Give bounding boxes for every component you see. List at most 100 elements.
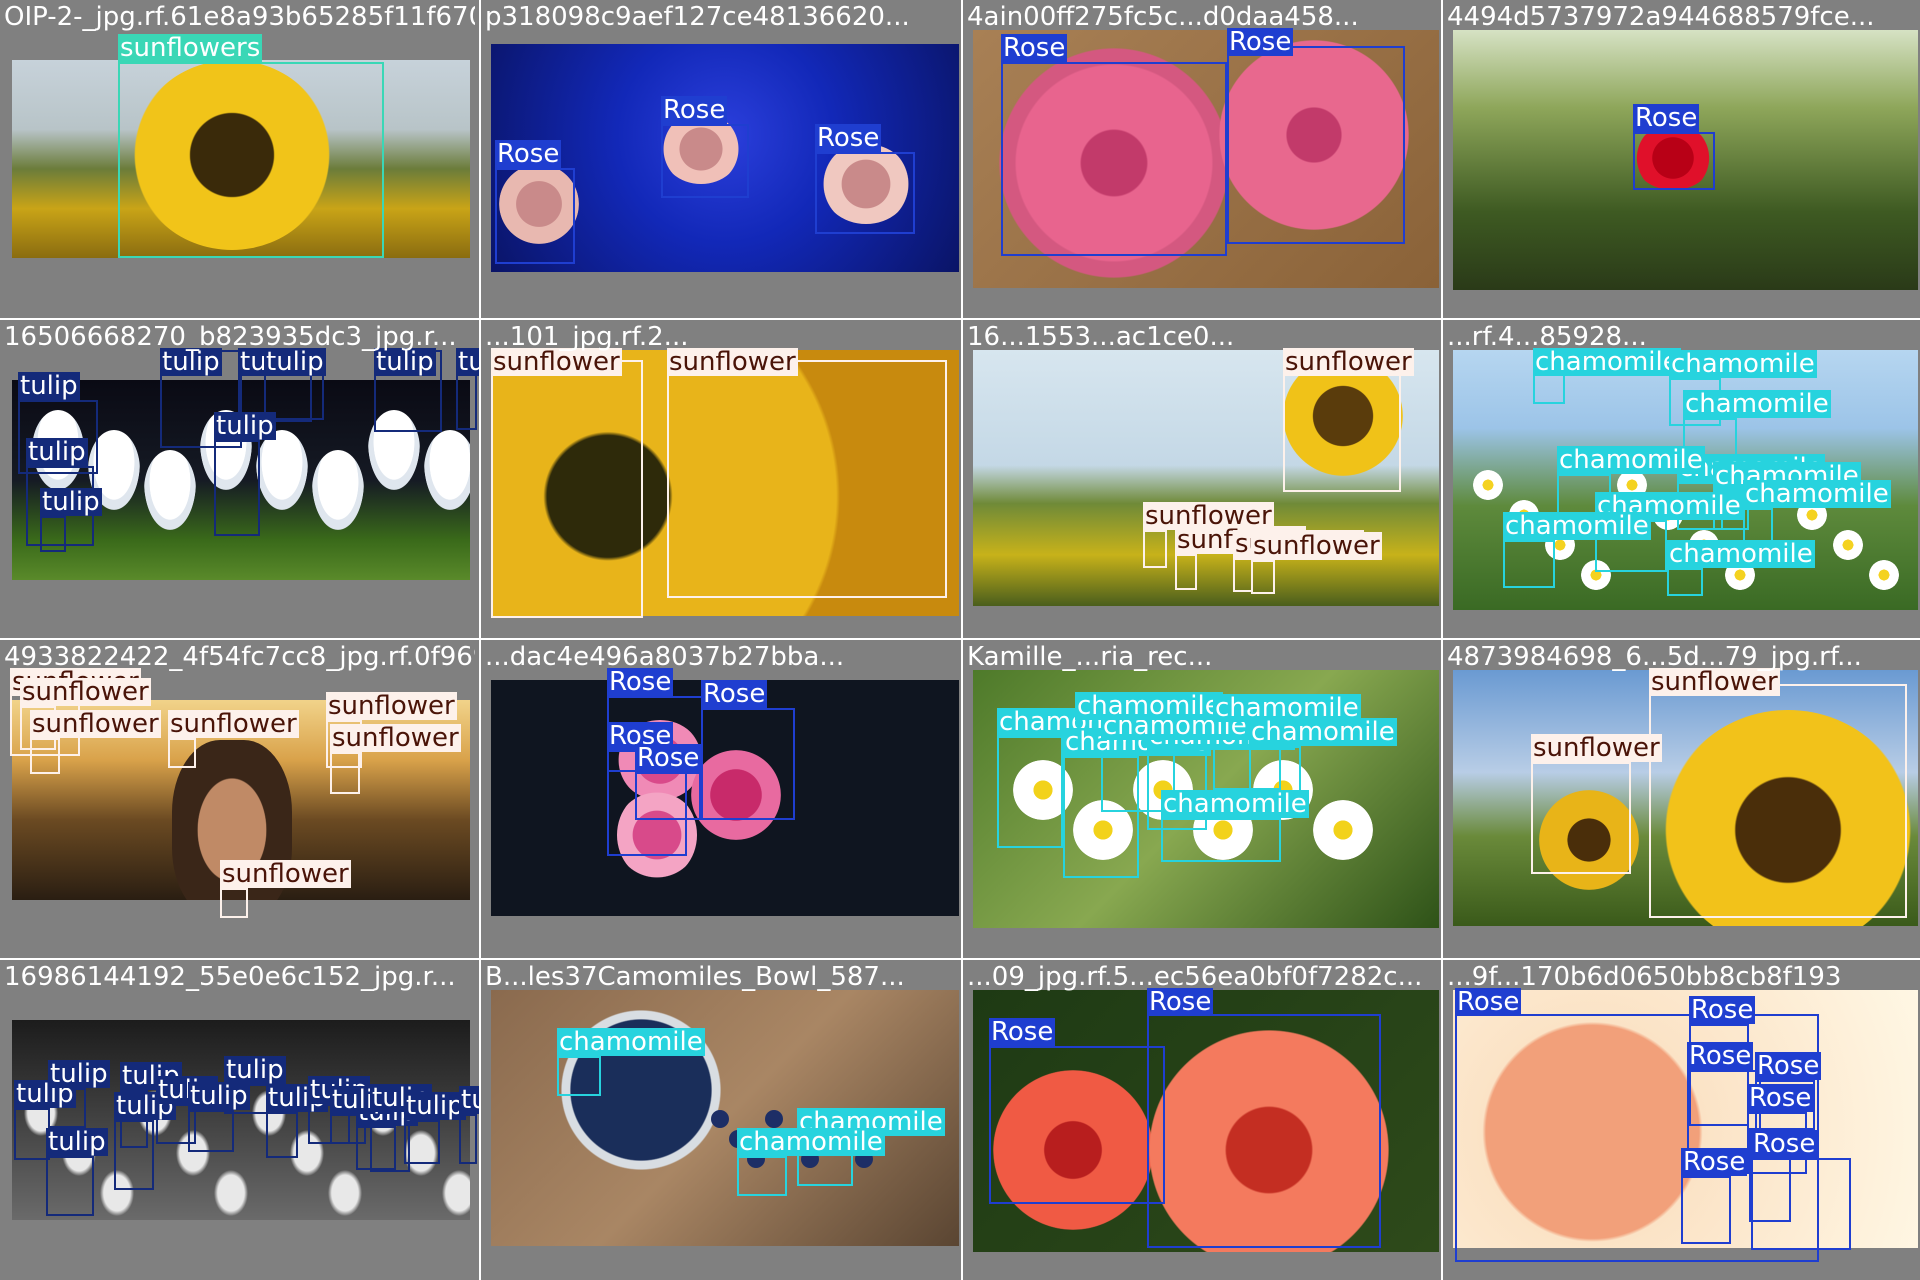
bbox-label: sunflower [326,691,457,721]
bbox-label: tulip [459,1086,479,1114]
scene-decor [1313,800,1373,860]
bbox-sunflower [667,360,947,598]
bbox-rose [1227,46,1405,244]
bbox-label: tulip [26,437,88,467]
bbox-label: tulip [264,347,326,377]
bbox-label: tulip [374,347,436,377]
bbox-label: tulip [46,1127,108,1157]
tile-filename: 4873984698_6...5d...79_jpg.rf... [1447,642,1862,672]
bbox-tulip [188,1110,234,1152]
bbox-label: chamomile [1557,445,1705,475]
bbox-label: Rose [1751,1129,1818,1159]
scene-decor [1833,530,1863,560]
tile-12: 4873984698_6...5d...79_jpg.rf... sunflowe… [1443,640,1920,958]
bbox-label: sunflower [667,347,798,377]
bbox-label: sunflower [20,677,151,707]
bbox-label: sunflower [168,709,299,739]
tile-11: Kamille_...ria_rec... chamomile chamomile c… [963,640,1441,958]
tile-filename: 4ain00ff275fc5c...d0daa458... [967,2,1359,32]
bbox-label: tulip [404,1091,466,1121]
bbox-rose [1751,1158,1851,1250]
tile-7: 16...1553...ac1ce0... sunflower sunflower s… [963,320,1441,638]
tile-4: 4494d5737972a944688579fce... Rose [1443,0,1920,318]
scene-decor [424,430,470,510]
bbox-sunflower [1233,558,1253,592]
scene-decor [1473,470,1503,500]
bbox-chamomile [1503,540,1555,588]
bbox-label: Rose [1689,995,1756,1025]
bbox-label: Rose [1687,1041,1754,1071]
bbox-label: chamomile [1161,789,1309,819]
bbox-sunflower [1175,554,1197,590]
bbox-chamomile [1743,508,1773,542]
bbox-rose [989,1046,1165,1204]
tile-10: ...dac4e496a8037b27bba... Rose Rose Rose Ros… [481,640,961,958]
scene-decor [214,1170,248,1216]
tile-filename: p318098c9aef127ce48136620... [485,2,910,32]
bbox-label: chamomile [1249,717,1397,747]
bbox-tulip [459,1114,477,1164]
bbox-label: Rose [1455,987,1522,1017]
bbox-label: Rose [635,743,702,773]
bbox-label: Rose [1755,1051,1822,1081]
bbox-label: chamomile [1533,347,1681,377]
bbox-label: Rose [495,139,562,169]
bbox-rose [1001,62,1227,256]
bbox-rose [1681,1176,1731,1244]
bbox-label: sunflower [220,859,351,889]
bbox-label: tulip [456,348,479,376]
bbox-label: Rose [1747,1083,1814,1113]
tile-filename: 16506668270_b823935dc3_jpg.r... [4,322,457,352]
bbox-tulip [114,1120,154,1190]
bbox-label: sunflowers [118,33,263,63]
bbox-label: Rose [1001,33,1068,63]
bbox-label: Rose [1147,987,1214,1017]
bbox-label: Rose [1633,103,1700,133]
bbox-label: Rose [607,667,674,697]
scene-decor [328,1170,362,1216]
scene-decor [144,450,196,530]
bbox-label: Rose [989,1017,1056,1047]
bbox-chamomile [997,736,1063,848]
tile-1: OIP-2-_jpg.rf.61e8a93b65285f11f6707... su… [0,0,479,318]
bbox-label: tulip [18,371,80,401]
scene-decor [765,1110,783,1128]
tile-15: ...09_jpg.rf.5...ec56ea0bf0f7282c... Rose… [963,960,1441,1280]
bbox-label: chamomile [1503,511,1651,541]
bbox-rose [1147,1014,1381,1248]
tile-16: ...9f...170b6d0650bb8cb8f193 Rose Rose Rose… [1443,960,1920,1280]
bbox-sunflower [491,360,643,618]
bbox-rose [701,708,795,820]
bbox-label: tulip [214,411,276,441]
tile-13: 16986144192_55e0e6c152_jpg.r... tulip tuli… [0,960,479,1280]
bbox-rose [635,772,701,820]
bbox-sunflower [168,738,196,768]
bbox-rose [815,152,915,234]
bbox-label: sunflower [491,347,622,377]
scene-decor [1869,560,1899,590]
bbox-label: tulip [40,487,102,517]
tile-8: ...rf.4...85928... chamomile chamomile cham… [1443,320,1920,638]
bbox-chamomile [1667,568,1703,596]
bbox-label: tulip [160,347,222,377]
tile-filename: ...9f...170b6d0650bb8cb8f193 [1447,962,1842,992]
bbox-chamomile [737,1156,787,1196]
bbox-label: sunflower [330,723,461,753]
bbox-sunflower [1143,530,1167,568]
tile-filename: Kamille_...ria_rec... [967,642,1213,672]
bbox-label: Rose [1681,1147,1748,1177]
tile-filename: 4933822422_4f54fc7cc8_jpg.rf.0f96982dfa2… [4,642,475,672]
bbox-label: sunflower [1283,347,1414,377]
batch-grid: OIP-2-_jpg.rf.61e8a93b65285f11f6707... su… [0,0,1920,1280]
tile-3: 4ain00ff275fc5c...d0daa458... Rose Rose [963,0,1441,318]
bbox-label: tulip [224,1055,286,1085]
scene-decor [312,450,364,530]
bbox-sunflower [1531,762,1631,874]
tile-filename: 16...1553...ac1ce0... [967,322,1235,352]
tile-14: B...les37Camomiles_Bowl_587... chamomile c… [481,960,961,1280]
bbox-label: chamomile [1669,349,1817,379]
bbox-label: tulip [48,1059,110,1089]
tile-filename: ...dac4e496a8037b27bba... [485,642,845,672]
bbox-sunflowers [118,62,384,258]
tile-9: 4933822422_4f54fc7cc8_jpg.rf.0f96982dfa2… [0,640,479,958]
